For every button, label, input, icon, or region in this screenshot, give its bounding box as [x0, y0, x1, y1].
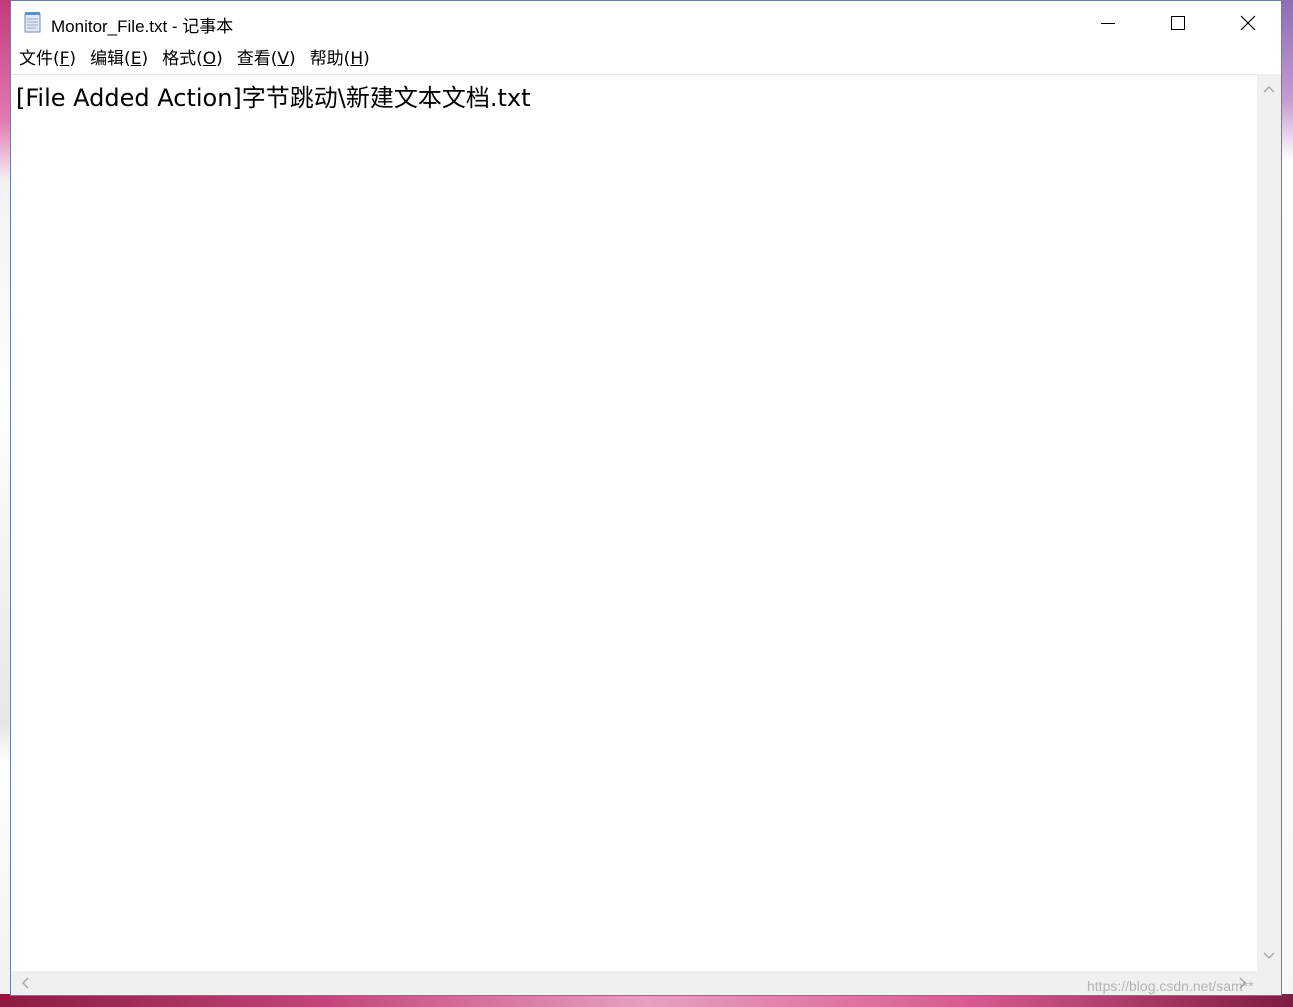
menu-file-key: F [59, 49, 70, 69]
menu-view[interactable]: 查看(V) [231, 45, 302, 73]
window-title: Monitor_File.txt - 记事本 [51, 17, 234, 36]
maximize-button[interactable] [1143, 1, 1213, 45]
editor-content[interactable]: [File Added Action]字节跳动\新建文本文档.txt [16, 78, 531, 113]
menu-format-key: O [202, 49, 217, 69]
desktop-background-left [0, 0, 10, 1007]
maximize-icon [1171, 16, 1185, 30]
minimize-icon [1101, 23, 1115, 24]
desktop-background-right [1282, 0, 1293, 1007]
watermark: https://blog.csdn.net/sam** [1087, 978, 1254, 994]
menu-file-end: ) [69, 49, 77, 69]
menu-help[interactable]: 帮助(H) [304, 45, 376, 73]
notepad-window: Monitor_File.txt - 记事本 文件(F) 编辑(E) 格式(O)… [10, 0, 1282, 996]
close-button[interactable] [1213, 1, 1283, 45]
menu-bar: 文件(F) 编辑(E) 格式(O) 查看(V) 帮助(H) [11, 45, 1281, 73]
chevron-up-icon [1263, 86, 1275, 93]
menu-help-key: H [350, 49, 364, 69]
menu-edit[interactable]: 编辑(E) [84, 45, 154, 73]
menu-file[interactable]: 文件(F) [13, 45, 82, 73]
chevron-down-icon [1263, 952, 1275, 959]
menu-edit-key: E [130, 49, 142, 69]
menu-edit-end: ) [141, 49, 149, 69]
menu-format-label: 格式( [162, 49, 203, 69]
scroll-up-button[interactable] [1257, 78, 1281, 100]
scroll-left-button[interactable] [13, 971, 37, 995]
menu-help-end: ) [363, 49, 370, 69]
close-icon [1240, 15, 1256, 31]
title-bar[interactable]: Monitor_File.txt - 记事本 [11, 1, 1281, 45]
menu-help-label: 帮助( [309, 49, 351, 69]
vertical-scrollbar[interactable] [1257, 74, 1281, 971]
menu-edit-label: 编辑( [90, 49, 131, 69]
menu-format-end: ) [216, 49, 223, 69]
menu-view-label: 查看( [236, 49, 278, 69]
menu-file-label: 文件( [19, 49, 60, 69]
horizontal-scrollbar[interactable] [11, 971, 1257, 995]
resize-grip[interactable] [1257, 971, 1281, 995]
menu-view-end: ) [289, 49, 296, 69]
menu-view-key: V [277, 49, 290, 69]
scroll-down-button[interactable] [1257, 945, 1281, 967]
text-editor[interactable]: [File Added Action]字节跳动\新建文本文档.txt [11, 74, 1257, 971]
minimize-button[interactable] [1073, 1, 1143, 45]
chevron-left-icon [22, 977, 29, 989]
menu-format[interactable]: 格式(O) [156, 45, 229, 73]
notepad-icon [23, 11, 43, 33]
